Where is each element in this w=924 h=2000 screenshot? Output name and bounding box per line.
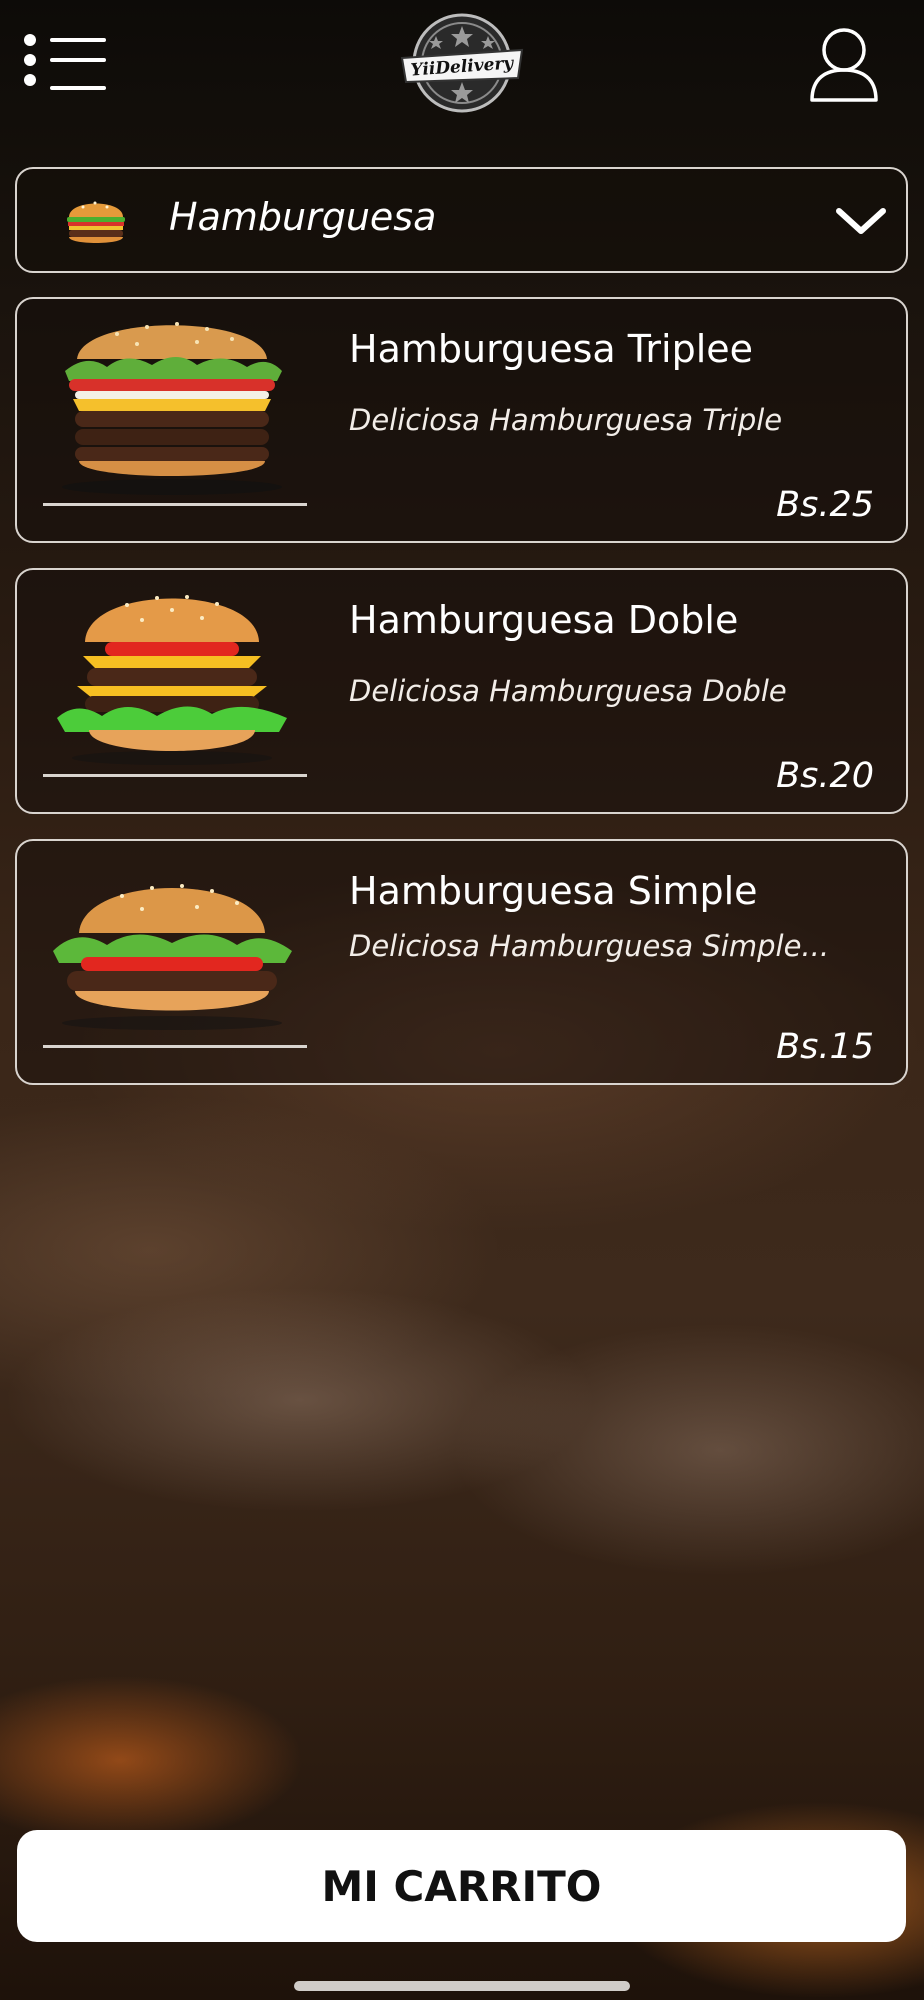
app-header: YiiDelivery — [0, 0, 924, 160]
image-underline — [43, 503, 307, 506]
product-card-doble[interactable]: Hamburguesa Doble Deliciosa Hamburguesa … — [15, 568, 908, 814]
category-selected-label: Hamburguesa — [169, 195, 437, 239]
user-profile-button[interactable] — [808, 26, 880, 106]
triple-burger-image — [47, 309, 297, 499]
product-description: Deliciosa Hamburguesa Simple... — [349, 929, 830, 963]
product-card-simple[interactable]: Hamburguesa Simple Deliciosa Hamburguesa… — [15, 839, 908, 1085]
cart-button[interactable]: MI CARRITO — [17, 1830, 906, 1942]
product-card-triple[interactable]: Hamburguesa Triplee Deliciosa Hamburgues… — [15, 297, 908, 543]
hamburger-icon — [61, 191, 131, 249]
product-description: Deliciosa Hamburguesa Doble — [349, 674, 787, 708]
user-profile-icon — [810, 28, 878, 102]
image-underline — [43, 774, 307, 777]
product-name: Hamburguesa Doble — [349, 598, 739, 642]
product-name: Hamburguesa Simple — [349, 869, 758, 913]
double-burger-image — [47, 580, 297, 770]
product-price: Bs.25 — [776, 485, 874, 525]
app-logo: YiiDelivery — [398, 12, 526, 114]
image-underline — [43, 1045, 307, 1048]
product-price: Bs.15 — [776, 1027, 874, 1067]
chevron-down-icon — [835, 205, 887, 237]
menu-button[interactable] — [20, 30, 110, 100]
category-dropdown[interactable]: Hamburguesa — [15, 167, 908, 273]
product-name: Hamburguesa Triplee — [349, 327, 754, 371]
product-price: Bs.20 — [776, 756, 874, 796]
product-description: Deliciosa Hamburguesa Triple — [349, 403, 783, 437]
home-indicator[interactable] — [294, 1981, 630, 1991]
simple-burger-image — [47, 851, 297, 1041]
